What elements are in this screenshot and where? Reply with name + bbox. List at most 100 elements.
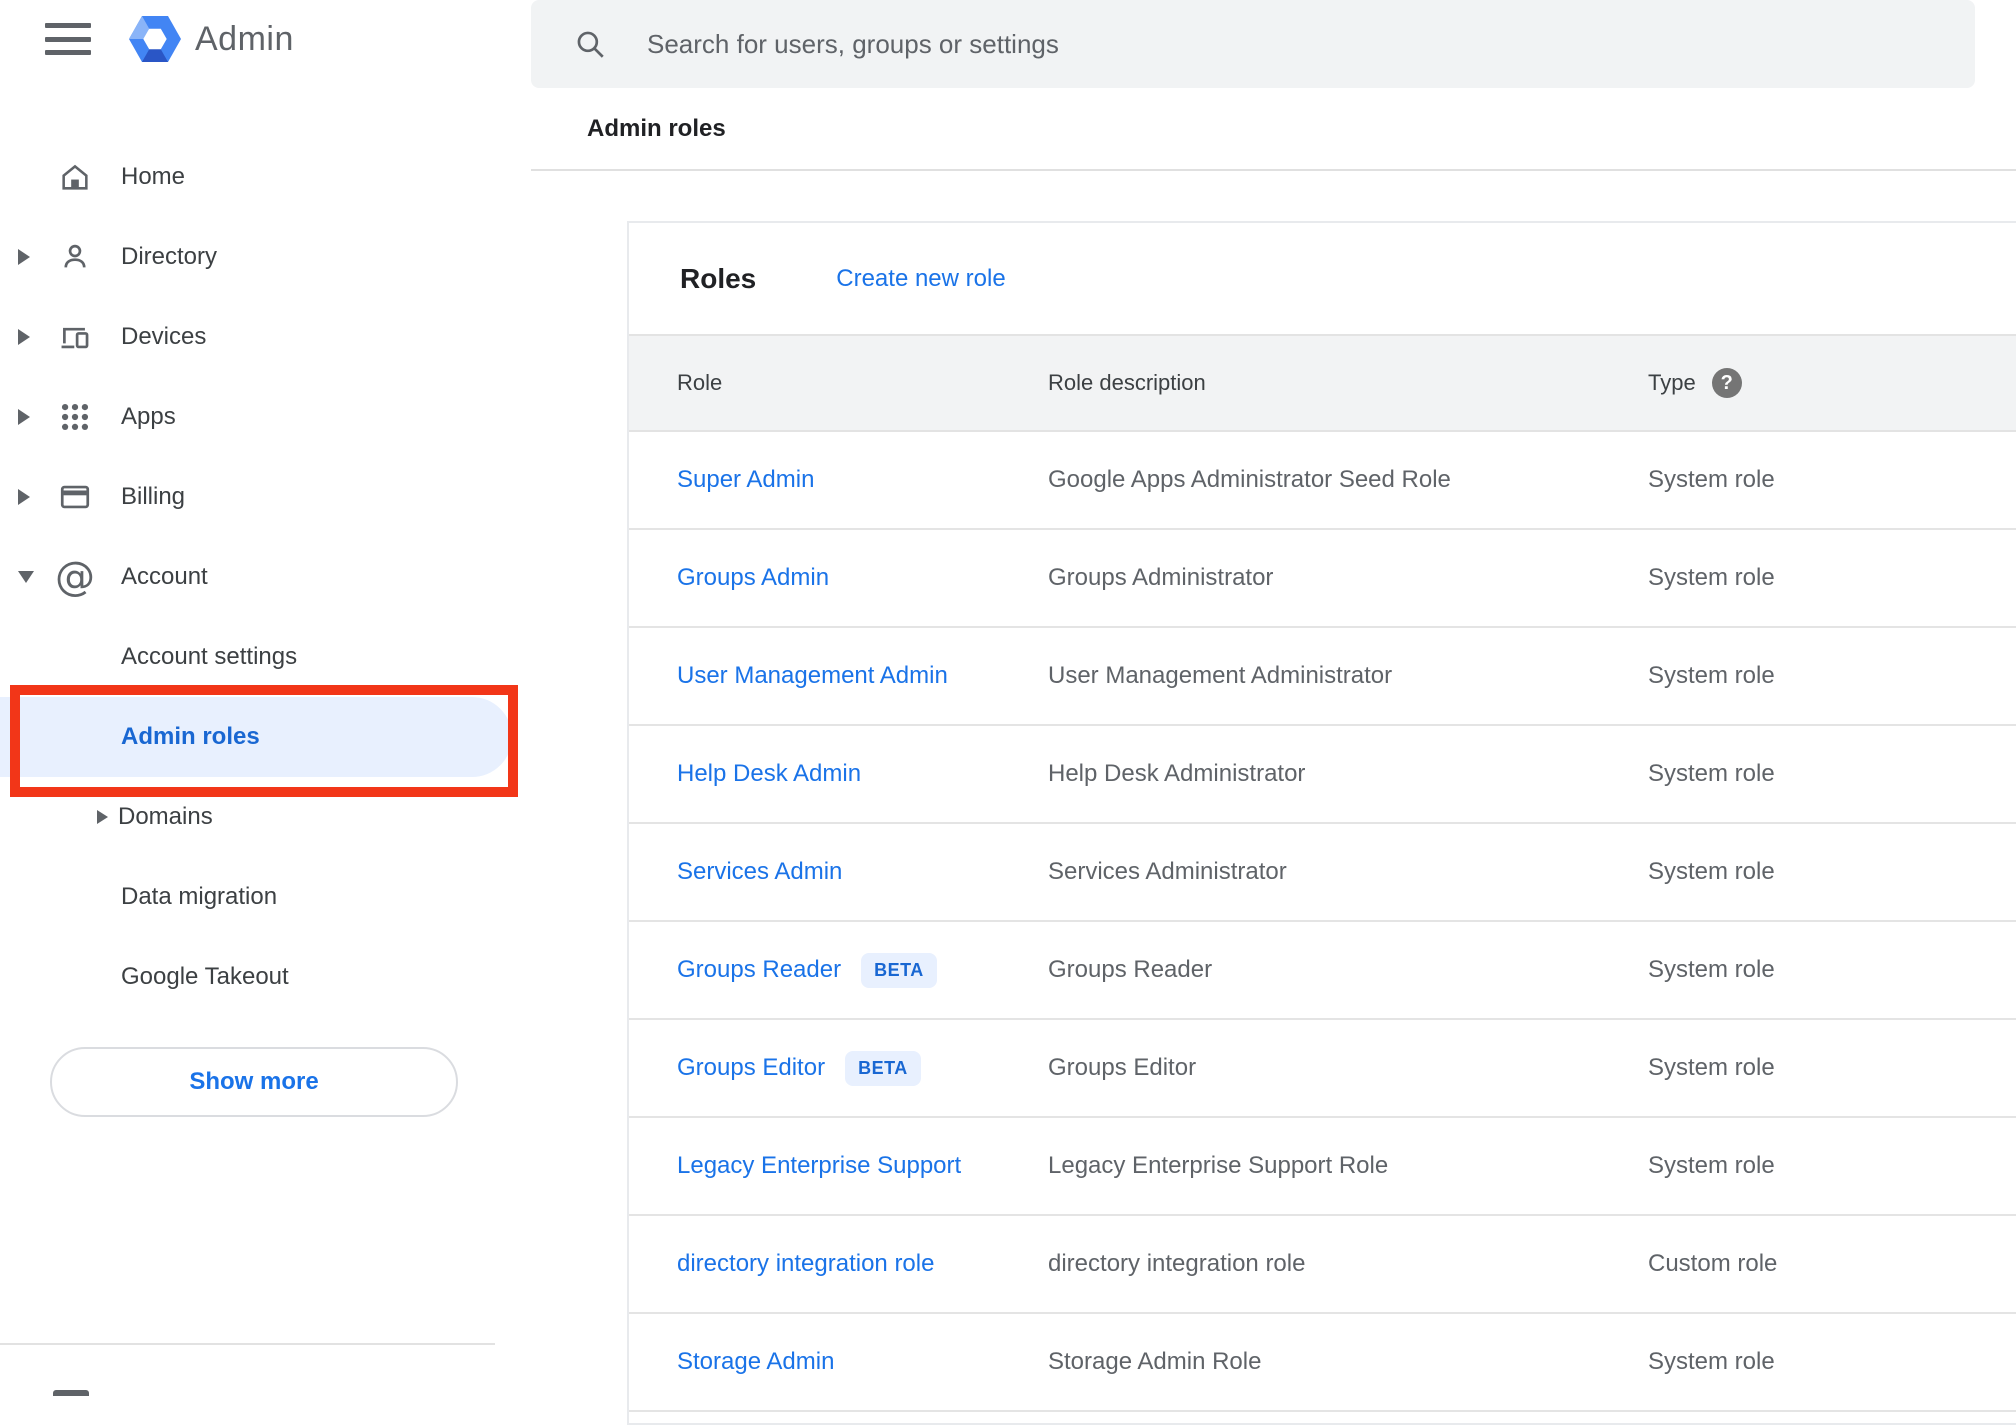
role-link[interactable]: Groups Editor [677,1054,825,1082]
help-icon[interactable]: ? [1711,368,1742,398]
role-type: Custom role [1648,1250,1778,1277]
table-row: Groups Admin Groups Administrator System… [629,530,2016,628]
role-type: System role [1648,1054,1775,1081]
table-header-row: Role Role description Type ? [629,334,2016,432]
table-row: Storage Admin Storage Admin Role System … [629,1314,2016,1412]
sidebar-item-label: Directory [121,243,218,270]
sidebar-item-admin-roles[interactable]: Admin roles [0,697,512,777]
sidebar-item-data-migration[interactable]: Data migration [0,857,531,937]
person-icon [58,240,92,274]
role-description: Help Desk Administrator [1048,760,1306,787]
role-link[interactable]: Storage Admin [677,1348,834,1376]
table-row: Groups Reader BETA Groups Reader System … [629,922,2016,1020]
role-description: directory integration role [1048,1250,1306,1277]
role-type: System role [1648,466,1775,493]
sidebar-item-account[interactable]: @ Account [0,537,531,617]
role-link[interactable]: Super Admin [677,466,814,494]
expand-arrow-icon[interactable] [18,249,40,265]
sidebar-item-home[interactable]: Home [0,137,531,217]
role-description: Groups Editor [1048,1054,1197,1081]
role-description: Services Administrator [1048,858,1287,885]
sidebar-item-label: Apps [121,403,176,430]
role-description: Legacy Enterprise Support Role [1048,1152,1389,1179]
sidebar-item-devices[interactable]: Devices [0,297,531,377]
roles-card: Roles Create new role Role Role descript… [627,221,2016,1425]
search-input[interactable] [645,27,1849,61]
role-description: Google Apps Administrator Seed Role [1048,466,1451,493]
home-icon [58,160,92,194]
collapse-arrow-icon[interactable] [18,571,40,583]
role-type: System role [1648,1152,1775,1179]
search-bar[interactable] [531,0,1975,88]
table-row: Help Desk Admin Help Desk Administrator … [629,726,2016,824]
breadcrumb-row: Admin roles [531,88,2016,171]
sidebar-item-apps[interactable]: Apps [0,377,531,457]
breadcrumb: Admin roles [587,114,726,142]
column-header-role-description: Role description [1048,370,1206,395]
table-row: User Management Admin User Management Ad… [629,628,2016,726]
role-type: System role [1648,564,1775,591]
beta-badge: BETA [861,952,937,988]
role-description: Groups Reader [1048,956,1213,983]
sidebar-item-label: Admin roles [121,723,260,750]
devices-icon [58,320,92,354]
role-link[interactable]: Help Desk Admin [677,760,861,788]
sidebar-item-google-takeout[interactable]: Google Takeout [0,937,531,1017]
table-row: directory integration role directory int… [629,1216,2016,1314]
show-more-label: Show more [189,1068,319,1095]
table-row: Legacy Enterprise Support Legacy Enterpr… [629,1118,2016,1216]
sidebar-item-label: Home [121,163,186,190]
sidebar-item-directory[interactable]: Directory [0,217,531,297]
column-header-type: Type ? [1648,368,2016,398]
show-more-button[interactable]: Show more [50,1047,458,1117]
sidebar-header: Admin [0,0,531,78]
credit-card-icon [58,480,92,514]
role-link[interactable]: User Management Admin [677,662,948,690]
sidebar-item-domains[interactable]: Domains [0,777,531,857]
role-link[interactable]: Services Admin [677,858,842,886]
table-row: Services Admin Services Administrator Sy… [629,824,2016,922]
sidebar-item-label: Billing [121,483,186,510]
menu-icon[interactable] [45,23,91,55]
sidebar-item-billing[interactable]: Billing [0,457,531,537]
table-row: Super Admin Google Apps Administrator Se… [629,432,2016,530]
expand-arrow-icon[interactable] [18,409,40,425]
role-type: System role [1648,956,1775,983]
roles-card-header: Roles Create new role [629,223,2016,334]
role-link[interactable]: directory integration role [677,1250,934,1278]
apps-grid-icon [58,400,92,434]
role-type: System role [1648,760,1775,787]
expand-arrow-icon[interactable] [97,810,108,824]
table-row: Groups Editor BETA Groups Editor System … [629,1020,2016,1118]
role-type: System role [1648,662,1775,689]
sidebar-item-label: Domains [118,803,213,830]
sidebar-bottom-divider [0,1343,495,1345]
role-description: Groups Administrator [1048,564,1274,591]
sidebar-item-label: Data migration [121,883,278,910]
expand-arrow-icon[interactable] [18,489,40,505]
role-link[interactable]: Legacy Enterprise Support [677,1152,961,1180]
beta-badge: BETA [845,1050,921,1086]
role-link[interactable]: Groups Reader [677,956,841,984]
page-title: Roles [680,262,757,294]
role-description: User Management Administrator [1048,662,1393,689]
at-sign-icon: @ [55,554,95,600]
sidebar: Admin Home Directory Devices Apps Billin… [0,0,531,1396]
sidebar-item-label: Account settings [121,643,298,670]
sidebar-item-account-settings[interactable]: Account settings [0,617,531,697]
search-icon [577,31,604,58]
role-type: System role [1648,858,1775,885]
column-header-role: Role [677,370,723,395]
app-title: Admin [195,19,294,58]
expand-arrow-icon[interactable] [18,329,40,345]
sidebar-item-label: Google Takeout [121,963,289,990]
main-area: Admin roles Roles Create new role Role R… [531,0,2016,1425]
role-link[interactable]: Groups Admin [677,564,829,592]
role-type: System role [1648,1348,1775,1375]
sidebar-item-label: Devices [121,323,207,350]
sidebar-nav: Home Directory Devices Apps Billing @ Ac… [0,137,531,1017]
role-description: Storage Admin Role [1048,1348,1262,1375]
create-new-role-link[interactable]: Create new role [836,265,1005,293]
sidebar-item-label: Account [121,563,208,590]
admin-logo-icon [129,16,181,62]
